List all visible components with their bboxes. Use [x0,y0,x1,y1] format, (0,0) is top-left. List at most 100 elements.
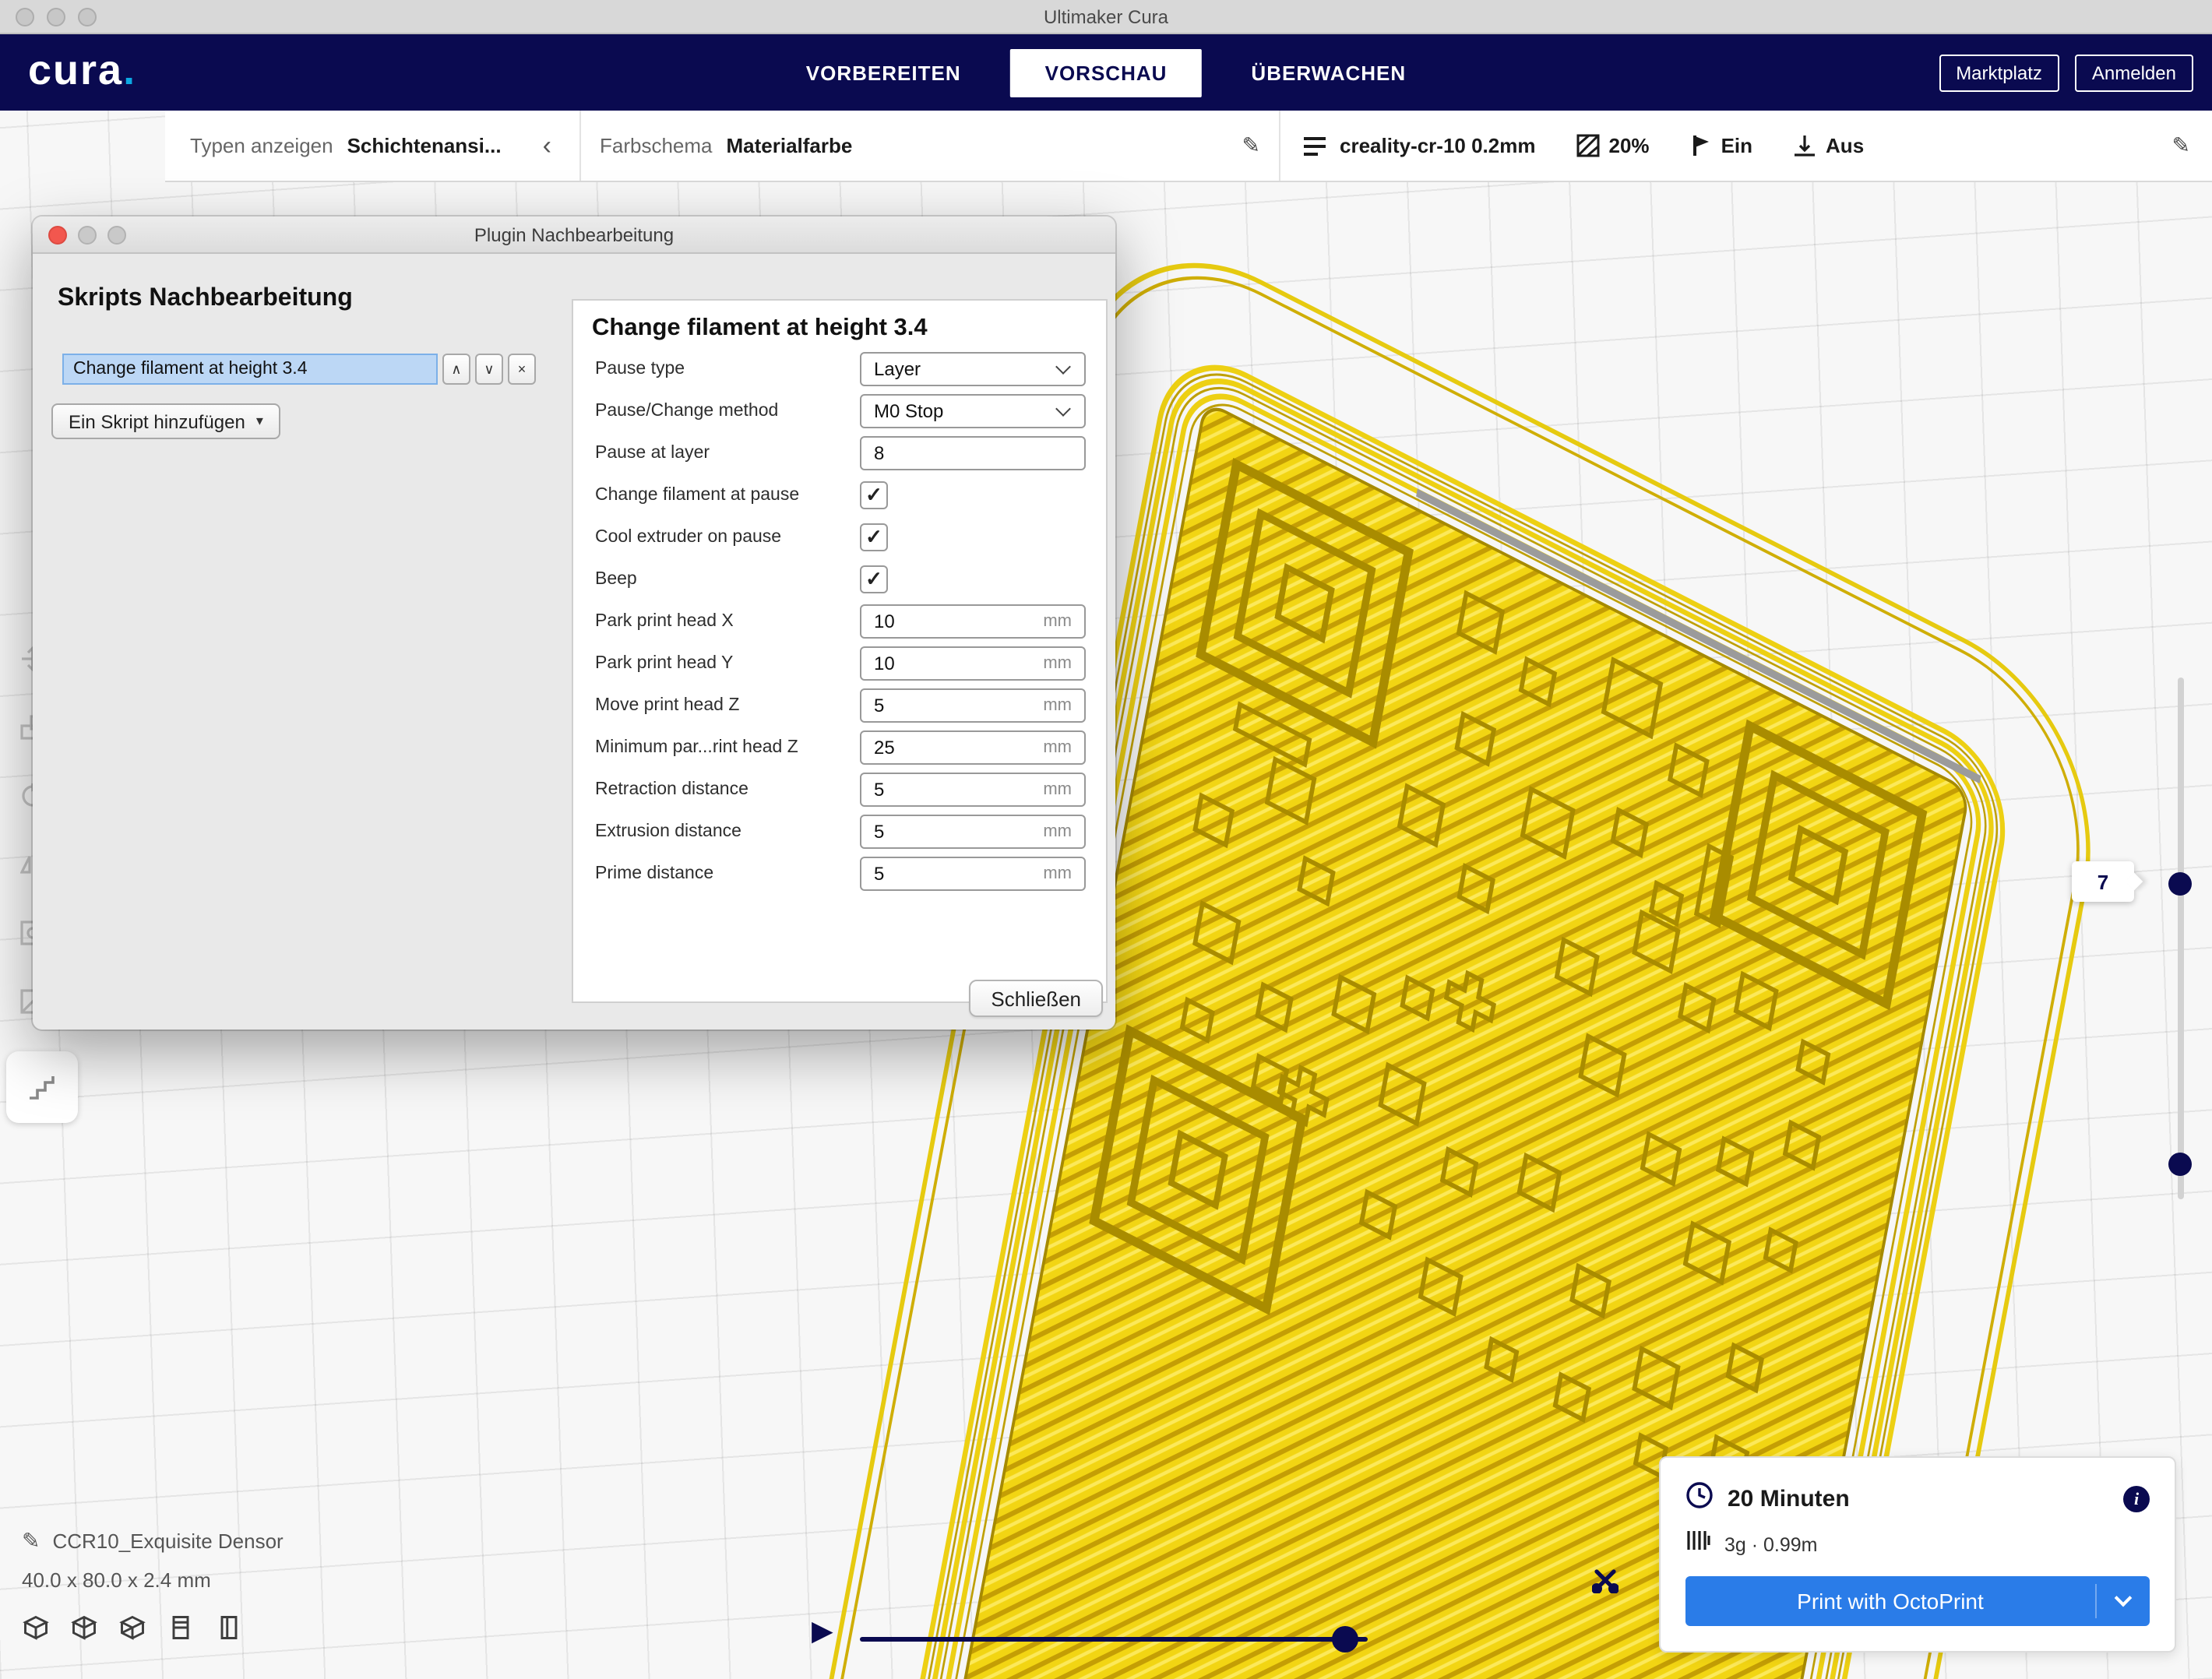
field-row: Pause/Change method M0 Stop [573,389,1106,431]
infill-icon [1576,134,1600,157]
play-button[interactable]: ▶ [812,1617,833,1645]
zoom-window-button[interactable] [78,8,97,26]
print-settings-section[interactable]: creality-cr-10 0.2mm 20% Ein Aus ✎ [1280,111,2212,181]
print-output-dropdown[interactable] [2097,1576,2150,1626]
layer-slider-upper-handle[interactable] [2168,872,2192,896]
marketplace-button[interactable]: Marktplatz [1939,54,2059,91]
view-cube-icon-2[interactable] [118,1614,146,1642]
simulation-slider-track[interactable] [860,1637,1368,1642]
chevron-down-icon [2115,1589,2133,1607]
window-controls[interactable] [16,8,97,26]
dialog-close-button[interactable] [48,226,67,245]
dialog-window-controls[interactable] [48,226,126,245]
field-row: Pause type Layer [573,347,1106,389]
edit-color-scheme-icon[interactable]: ✎ [1242,132,1260,159]
view-cube-icon-1[interactable] [70,1614,98,1642]
material-usage-icon [1685,1529,1710,1559]
layer-view-tile[interactable] [6,1051,78,1123]
signin-button[interactable]: Anmelden [2075,54,2193,91]
layer-number-flag: 7 [2072,861,2134,902]
view-type-label: Typen anzeigen [190,134,333,157]
field-row: Pause at layer 8 [573,431,1106,473]
view-options-row [22,1614,243,1642]
close-dialog-button[interactable]: Schließen [969,980,1103,1017]
post-processing-dialog: Plugin Nachbearbeitung Skripts Nachbearb… [33,216,1115,1030]
view-sheet-icon-1[interactable] [167,1614,195,1642]
extrusion-distance-input[interactable]: 5mm [860,814,1086,848]
dialog-minimize-button[interactable] [78,226,97,245]
field-row: Minimum par...rint head Z 25mm [573,726,1106,768]
tab-prepare[interactable]: VORBEREITEN [772,48,995,97]
print-with-octoprint-button[interactable]: Print with OctoPrint [1685,1576,2095,1626]
tab-preview[interactable]: VORSCHAU [1011,48,1202,97]
rename-model-icon[interactable]: ✎ [22,1528,40,1554]
logo-dot-icon: . [123,47,136,93]
dropdown-arrow-icon: ▾ [256,413,263,430]
field-row: Park print head Y 10mm [573,642,1106,684]
steps-icon [26,1072,58,1103]
adjust-tools-icon[interactable] [1592,1567,1618,1601]
cura-logo: cura. [28,47,136,95]
remove-script-button[interactable]: × [508,354,536,385]
cool-extruder-checkbox[interactable]: ✓ [860,523,888,551]
selected-script-item[interactable]: Change filament at height 3.4 [62,354,438,385]
move-head-z-input[interactable]: 5mm [860,688,1086,722]
minimum-park-head-z-input[interactable]: 25mm [860,730,1086,764]
model-name: CCR10_Exquisite Densor [52,1529,283,1553]
edit-print-settings-icon[interactable]: ✎ [2172,132,2190,159]
print-button-group: Print with OctoPrint [1685,1576,2150,1626]
support-value: Ein [1721,134,1752,157]
view-sheet-icon-2[interactable] [215,1614,243,1642]
park-head-x-input[interactable]: 10mm [860,604,1086,638]
collapse-panel-icon[interactable]: ‹ [543,130,551,161]
infill-setting[interactable]: 20% [1576,134,1650,157]
printer-profile-value[interactable]: creality-cr-10 0.2mm [1340,134,1536,157]
adhesion-icon [1793,134,1816,157]
tab-monitor[interactable]: ÜBERWACHEN [1217,48,1440,97]
change-filament-checkbox[interactable]: ✓ [860,480,888,509]
view-type-section[interactable]: Typen anzeigen Schichtenansi... ‹ [165,111,581,181]
support-icon [1690,134,1712,157]
dialog-zoom-button[interactable] [107,226,126,245]
simulation-slider-handle[interactable] [1332,1626,1358,1653]
field-row: Extrusion distance 5mm [573,810,1106,852]
model-info: ✎ CCR10_Exquisite Densor 40.0 x 80.0 x 2… [22,1528,284,1592]
print-job-panel: 20 Minuten i 3g · 0.99m Print with OctoP… [1659,1456,2176,1653]
view-toolbar: Typen anzeigen Schichtenansi... ‹ Farbsc… [165,111,2212,182]
color-scheme-label: Farbschema [600,134,713,157]
chevron-down-icon [1055,358,1071,374]
clock-icon [1685,1481,1714,1517]
pause-method-select[interactable]: M0 Stop [860,393,1086,428]
adhesion-setting[interactable]: Aus [1793,134,1864,157]
minimize-window-button[interactable] [47,8,65,26]
color-scheme-section[interactable]: Farbschema Materialfarbe ✎ [581,111,1280,181]
printer-icon [1302,135,1327,157]
stage-tabs: VORBEREITEN VORSCHAU ÜBERWACHEN [772,48,1440,97]
layer-slider-lower-handle[interactable] [2168,1153,2192,1176]
beep-checkbox[interactable]: ✓ [860,565,888,593]
color-scheme-value[interactable]: Materialfarbe [727,134,853,157]
pause-type-select[interactable]: Layer [860,351,1086,385]
move-script-up-button[interactable]: ∧ [442,354,470,385]
retraction-distance-input[interactable]: 5mm [860,772,1086,806]
view-type-value[interactable]: Schichtenansi... [347,134,502,157]
chevron-down-icon [1055,400,1071,416]
support-setting[interactable]: Ein [1690,134,1752,157]
app-root: Ultimaker Cura cura. VORBEREITEN VORSCHA… [0,0,2212,1679]
macos-titlebar: Ultimaker Cura [0,0,2212,34]
add-script-button[interactable]: Ein Skript hinzufügen▾ [51,403,280,439]
field-row: Beep ✓ [573,558,1106,600]
prime-distance-input[interactable]: 5mm [860,856,1086,890]
move-script-down-button[interactable]: ∨ [475,354,503,385]
script-settings-heading: Change filament at height 3.4 [592,315,1106,343]
window-title: Ultimaker Cura [0,5,2212,27]
layer-slider-track[interactable] [2178,678,2184,1199]
object-list-icon[interactable] [22,1614,50,1642]
pause-at-layer-input[interactable]: 8 [860,435,1086,470]
close-window-button[interactable] [16,8,34,26]
infill-value: 20% [1609,134,1650,157]
park-head-y-input[interactable]: 10mm [860,646,1086,680]
field-row: Retraction distance 5mm [573,768,1106,810]
field-row: Change filament at pause ✓ [573,473,1106,516]
info-icon[interactable]: i [2123,1486,2150,1512]
